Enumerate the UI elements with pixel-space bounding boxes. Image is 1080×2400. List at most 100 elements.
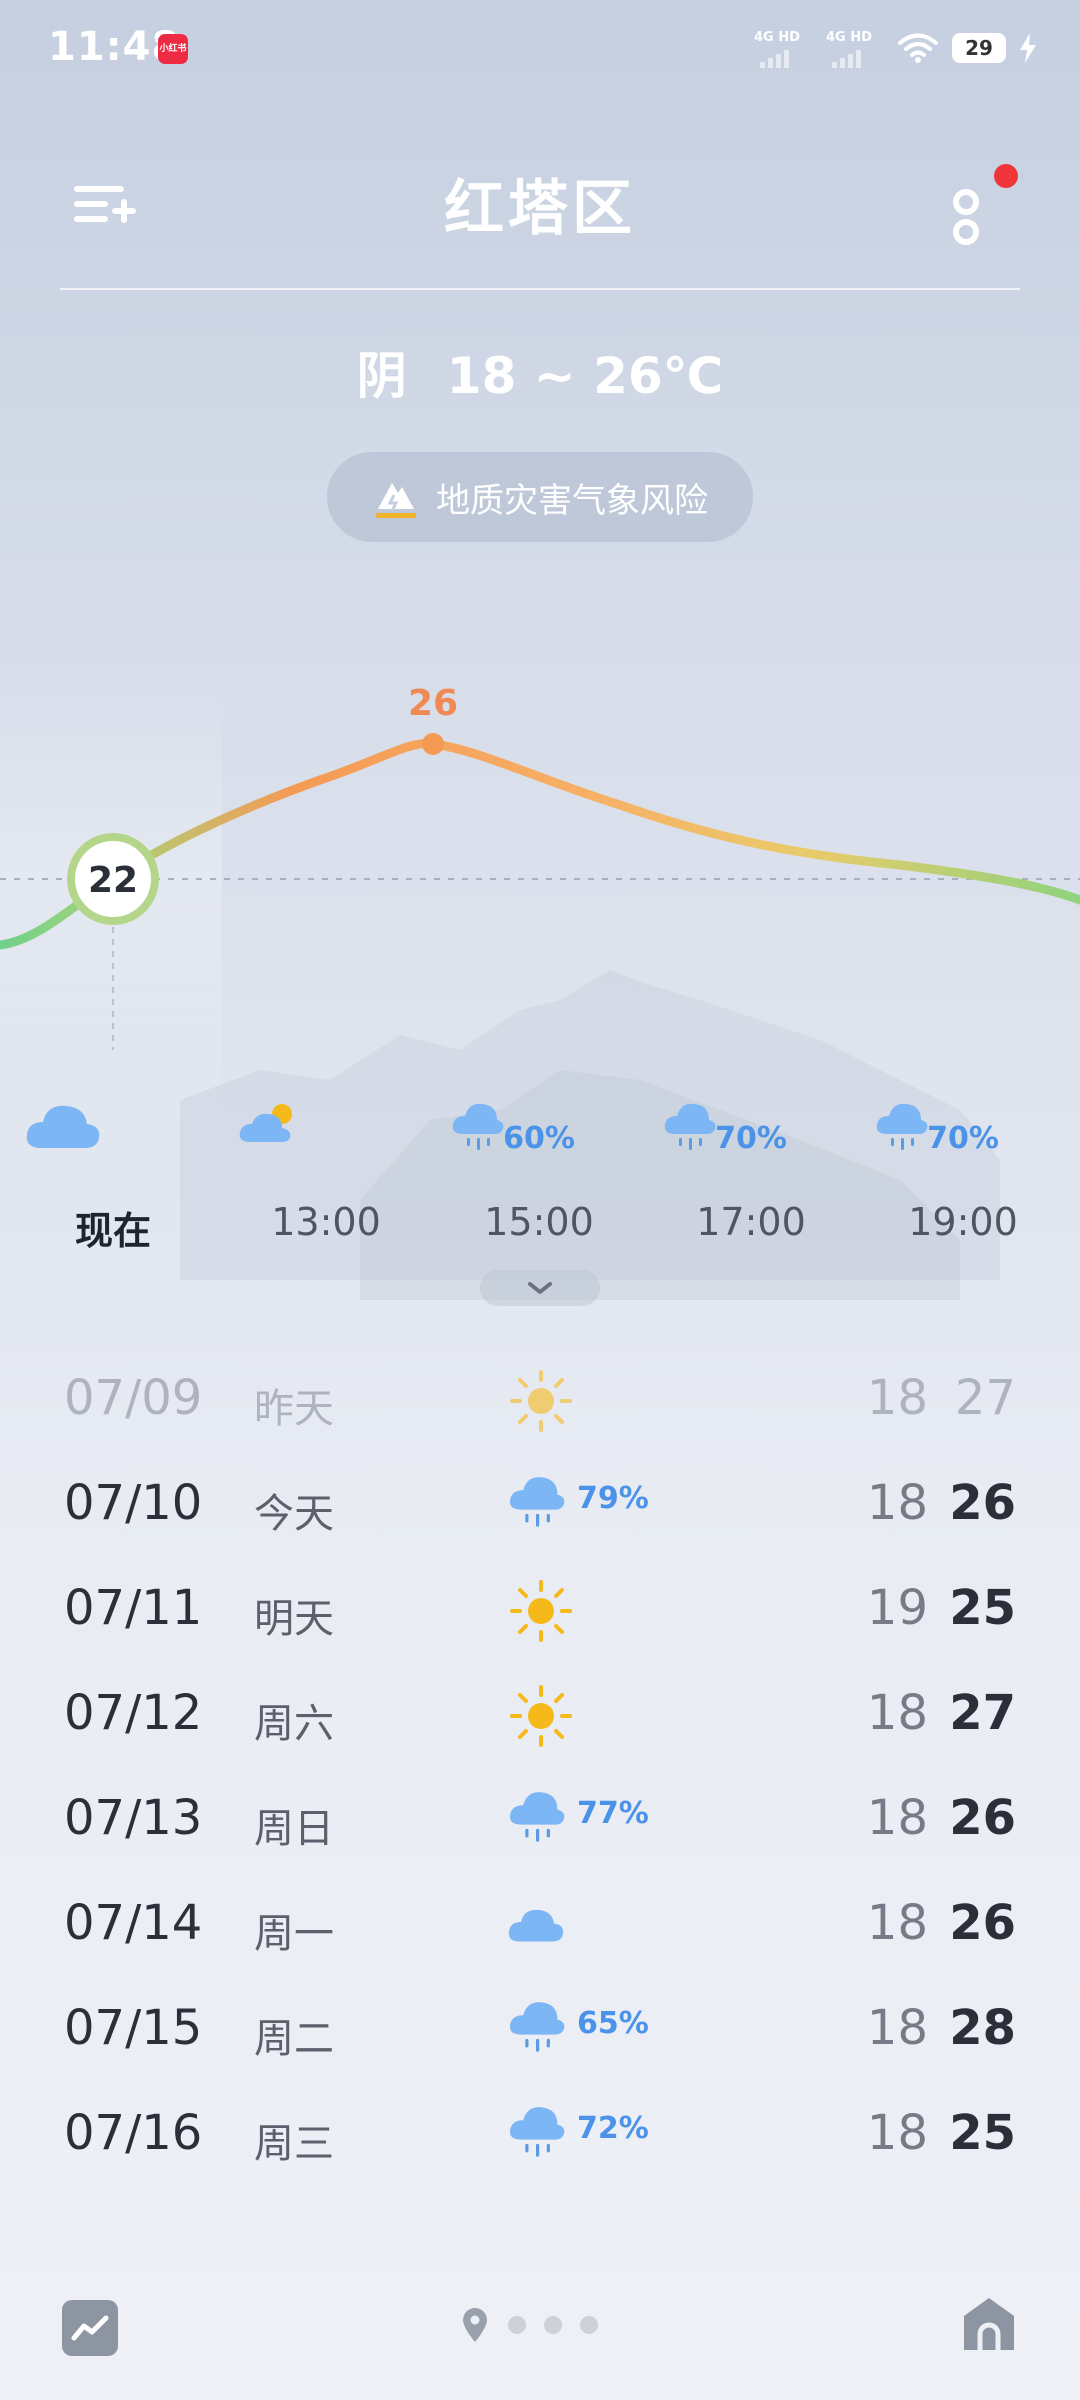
charging-icon bbox=[1020, 33, 1036, 63]
signal-icon: 4G HD bbox=[826, 26, 884, 70]
hour-label: 13:00 bbox=[271, 1200, 381, 1244]
city-title: 红塔区 bbox=[444, 174, 636, 244]
precip-probability: 79% bbox=[577, 1481, 649, 1516]
day-low-temp: 18 bbox=[866, 2000, 928, 2056]
precip-probability: 72% bbox=[577, 2111, 649, 2146]
day-high-temp: 26 bbox=[949, 1790, 1016, 1846]
rain-icon bbox=[509, 1792, 565, 1842]
precip-probability: 70% bbox=[715, 1120, 787, 1156]
hour-item[interactable]: 13:00 bbox=[236, 1098, 416, 1244]
chevron-down-icon bbox=[528, 1282, 552, 1294]
day-high-temp: 25 bbox=[949, 2105, 1016, 2161]
day-low-temp: 18 bbox=[866, 2105, 928, 2161]
hour-label: 19:00 bbox=[908, 1200, 1018, 1244]
daily-row[interactable]: 07/09 昨天 18 27 bbox=[0, 1350, 1080, 1455]
status-bar: 11:48 小红书 4G HD 4G HD 29 bbox=[0, 0, 1080, 100]
day-high-temp: 25 bbox=[949, 1580, 1016, 1636]
sun-icon bbox=[510, 1580, 572, 1642]
location-pin-icon bbox=[463, 2308, 487, 2342]
app-notification-icon: 小红书 bbox=[158, 34, 188, 64]
peak-point bbox=[422, 733, 444, 755]
landslide-warning-icon bbox=[376, 483, 416, 518]
hour-item[interactable]: 70% 17:00 bbox=[661, 1098, 841, 1244]
day-name: 周日 bbox=[254, 1806, 334, 1852]
peak-temp-label: 26 bbox=[408, 683, 458, 724]
day-low-temp: 19 bbox=[866, 1580, 928, 1636]
precip-probability: 60% bbox=[503, 1120, 575, 1156]
day-name: 昨天 bbox=[254, 1386, 334, 1432]
trend-chart-icon bbox=[71, 2315, 109, 2341]
today-summary: 阴 18 ~ 26℃ bbox=[0, 336, 1080, 408]
hour-label: 现在 bbox=[74, 1209, 151, 1253]
battery-icon: 29 bbox=[952, 33, 1006, 63]
day-date: 07/11 bbox=[64, 1580, 203, 1636]
hour-item[interactable]: 70% 19:00 bbox=[873, 1098, 1053, 1244]
daily-forecast-list: 07/09 昨天 18 27 07/10 今天 79% 18 26 07/11 … bbox=[0, 1350, 1080, 2190]
partly-cloudy-icon bbox=[239, 1104, 292, 1142]
home-icon bbox=[964, 2298, 1014, 2350]
day-low-temp: 18 bbox=[866, 1790, 928, 1846]
daily-row[interactable]: 07/16 周三 72% 18 25 bbox=[0, 2085, 1080, 2190]
rain-icon bbox=[876, 1103, 928, 1150]
sun-icon bbox=[510, 1685, 572, 1747]
daily-row[interactable]: 07/11 明天 19 25 bbox=[0, 1560, 1080, 1665]
day-name: 明天 bbox=[254, 1596, 334, 1642]
day-date: 07/15 bbox=[64, 2000, 203, 2056]
hour-label: 15:00 bbox=[484, 1200, 594, 1244]
status-icons: 4G HD 4G HD 29 bbox=[754, 26, 1036, 70]
notification-dot bbox=[994, 164, 1018, 188]
city-page-indicator bbox=[460, 2306, 598, 2344]
day-low-temp: 18 bbox=[866, 1475, 928, 1531]
day-date: 07/10 bbox=[64, 1475, 203, 1531]
page-dot bbox=[544, 2316, 562, 2334]
hour-item[interactable]: 现在 bbox=[23, 1098, 203, 1255]
header-divider bbox=[60, 288, 1020, 290]
cloud-icon bbox=[26, 1105, 100, 1148]
day-name: 周六 bbox=[254, 1701, 334, 1747]
sun-icon bbox=[510, 1370, 572, 1432]
day-date: 07/12 bbox=[64, 1685, 203, 1741]
day-name: 周三 bbox=[254, 2121, 334, 2167]
day-high-temp: 26 bbox=[949, 1895, 1016, 1951]
day-high-temp: 28 bbox=[949, 2000, 1016, 2056]
home-button[interactable] bbox=[960, 2294, 1018, 2354]
precip-probability: 70% bbox=[927, 1120, 999, 1156]
daily-row[interactable]: 07/13 周日 77% 18 26 bbox=[0, 1770, 1080, 1875]
daily-row[interactable]: 07/15 周二 65% 18 28 bbox=[0, 1980, 1080, 2085]
day-low-temp: 18 bbox=[866, 1895, 928, 1951]
day-low-temp: 18 bbox=[866, 1685, 928, 1741]
rain-icon bbox=[664, 1103, 716, 1150]
daily-row[interactable]: 07/14 周一 18 26 bbox=[0, 1875, 1080, 1980]
daily-row[interactable]: 07/12 周六 18 27 bbox=[0, 1665, 1080, 1770]
precip-probability: 65% bbox=[577, 2006, 649, 2041]
trend-chart-button[interactable] bbox=[62, 2300, 118, 2356]
page-dot bbox=[580, 2316, 598, 2334]
temperature-range: 18 ~ 26℃ bbox=[446, 347, 724, 405]
day-name: 周一 bbox=[254, 1911, 334, 1957]
more-options-button[interactable] bbox=[944, 164, 1024, 254]
rain-icon bbox=[509, 1477, 565, 1527]
day-date: 07/13 bbox=[64, 1790, 203, 1846]
cloud-icon bbox=[508, 1909, 564, 1942]
precip-probability: 77% bbox=[577, 1796, 649, 1831]
alert-text: 地质灾害气象风险 bbox=[436, 480, 708, 521]
hour-item[interactable]: 60% 15:00 bbox=[449, 1098, 629, 1244]
hour-label: 17:00 bbox=[696, 1200, 806, 1244]
signal-label: 4G HD bbox=[754, 30, 800, 45]
rain-icon bbox=[509, 2002, 565, 2052]
day-name: 今天 bbox=[254, 1491, 334, 1537]
hourly-forecast[interactable]: 26 22 现在 13:00 60% 15:00 70% 17:00 70% 1… bbox=[0, 640, 1080, 1340]
weather-condition: 阴 bbox=[356, 347, 407, 405]
day-low-temp: 18 bbox=[866, 1370, 928, 1426]
header: 红塔区 bbox=[0, 150, 1080, 260]
daily-row[interactable]: 07/10 今天 79% 18 26 bbox=[0, 1455, 1080, 1560]
wifi-icon bbox=[898, 33, 938, 63]
page-dot bbox=[508, 2316, 526, 2334]
expand-button[interactable] bbox=[480, 1270, 600, 1306]
weather-alert-button[interactable]: 地质灾害气象风险 bbox=[327, 452, 753, 542]
signal-icon: 4G HD bbox=[754, 26, 812, 70]
day-date: 07/16 bbox=[64, 2105, 203, 2161]
day-high-temp: 26 bbox=[949, 1475, 1016, 1531]
day-high-temp: 27 bbox=[949, 1685, 1016, 1741]
signal-label: 4G HD bbox=[826, 30, 872, 45]
